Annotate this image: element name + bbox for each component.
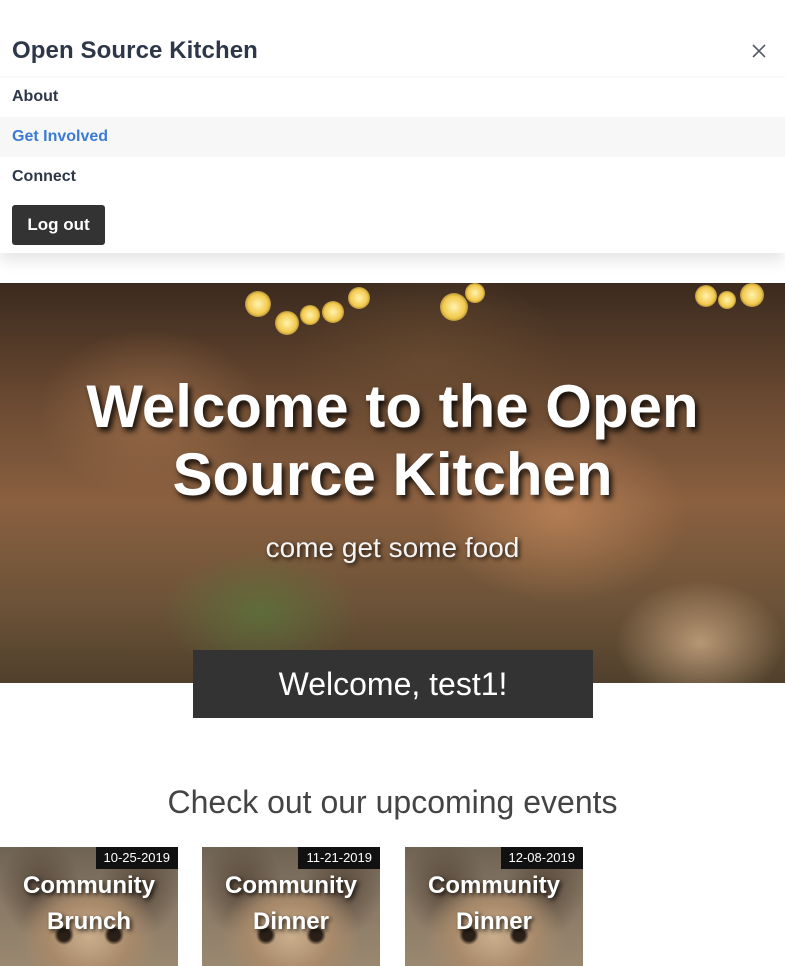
logout-button[interactable]: Log out <box>12 205 105 245</box>
bokeh-light <box>718 291 736 309</box>
bokeh-light <box>348 287 370 309</box>
hero-title: Welcome to the Open Source Kitchen <box>86 373 699 508</box>
event-date: 12-08-2019 <box>500 847 583 869</box>
bokeh-light <box>440 293 468 321</box>
event-card[interactable]: 12-08-2019 Community Dinner <box>405 847 583 966</box>
nav-item-connect[interactable]: Connect <box>0 157 785 197</box>
bokeh-light <box>322 301 344 323</box>
nav-item-get-involved[interactable]: Get Involved <box>0 117 785 157</box>
event-card[interactable]: 11-21-2019 Community Dinner <box>202 847 380 966</box>
bokeh-light <box>245 291 271 317</box>
bokeh-light <box>275 311 299 335</box>
close-icon[interactable] <box>749 41 769 61</box>
hero-banner: Welcome to the Open Source Kitchen come … <box>0 283 785 683</box>
welcome-banner: Welcome, test1! <box>193 650 593 718</box>
event-card[interactable]: 10-25-2019 Community Brunch <box>0 847 178 966</box>
event-title: Community Dinner <box>225 872 357 935</box>
bokeh-light <box>740 283 764 307</box>
bokeh-light <box>465 283 485 303</box>
hero-subtitle: come get some food <box>265 532 520 563</box>
bokeh-light <box>695 285 717 307</box>
events-heading: Check out our upcoming events <box>167 784 618 820</box>
event-date: 11-21-2019 <box>298 847 380 869</box>
navigation-menu: Open Source Kitchen About Get Involved C… <box>0 0 785 253</box>
event-title: Community Brunch <box>23 872 155 935</box>
event-title: Community Dinner <box>428 872 560 935</box>
site-brand[interactable]: Open Source Kitchen <box>12 37 258 65</box>
bokeh-light <box>300 305 320 325</box>
nav-item-about[interactable]: About <box>0 77 785 117</box>
event-date: 10-25-2019 <box>95 847 178 869</box>
